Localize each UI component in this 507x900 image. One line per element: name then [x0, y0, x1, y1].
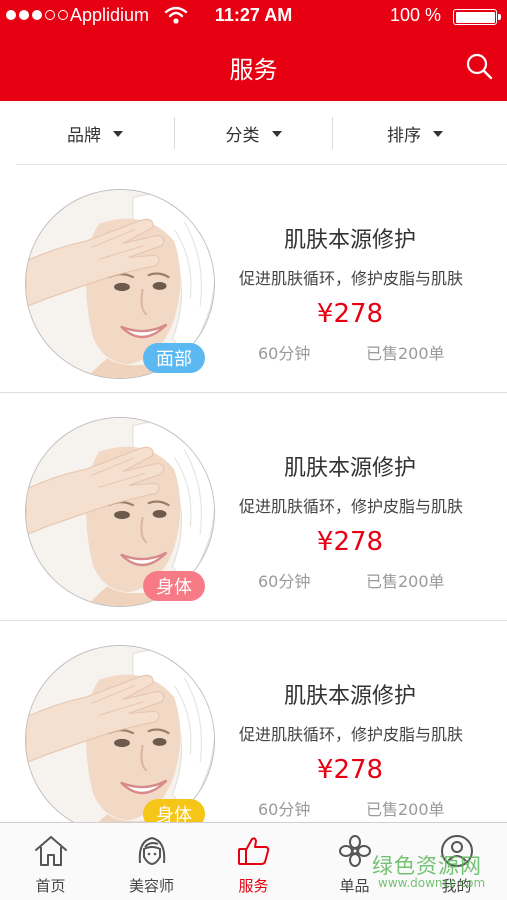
filter-sort[interactable]: 排序: [333, 101, 497, 165]
filter-brand[interactable]: 品牌: [16, 101, 174, 165]
filter-sort-label: 排序: [387, 125, 421, 146]
service-sold-count: 已售200单: [366, 800, 445, 819]
tab-beautician[interactable]: 美容师: [101, 823, 202, 900]
battery-icon: [453, 9, 501, 25]
service-card[interactable]: 身体 肌肤本源修护 促进肌肤循环，修护皮脂与肌肤 ¥278 60分钟 已售200…: [0, 621, 507, 822]
dropdown-arrow-icon: [113, 131, 123, 137]
service-duration: 60分钟: [258, 572, 311, 591]
category-tag: 身体: [143, 799, 205, 822]
tab-home-label: 首页: [35, 877, 66, 895]
page-title: 服务: [229, 56, 278, 84]
service-duration: 60分钟: [258, 344, 311, 363]
app-header: Applidium 11:27 AM 100 % 服务: [0, 0, 507, 101]
watermark-url: www.downcc.com: [378, 876, 486, 890]
service-price: ¥278: [316, 527, 384, 557]
tab-home[interactable]: 首页: [0, 823, 101, 900]
beautician-icon: [138, 836, 165, 866]
service-duration: 60分钟: [258, 800, 311, 819]
service-title: 肌肤本源修护: [283, 684, 416, 709]
category-tag: 身体: [143, 571, 205, 601]
service-title: 肌肤本源修护: [283, 228, 416, 253]
service-description: 促进肌肤循环，修护皮脂与肌肤: [238, 269, 463, 288]
service-description: 促进肌肤循环，修护皮脂与肌肤: [238, 725, 463, 744]
battery-percentage: 100 %: [389, 5, 441, 25]
service-card[interactable]: 身体 肌肤本源修护 促进肌肤循环，修护皮脂与肌肤 ¥278 60分钟 已售200…: [0, 393, 507, 621]
category-tag: 面部: [143, 343, 205, 373]
service-description: 促进肌肤循环，修护皮脂与肌肤: [238, 497, 463, 516]
watermark: 绿色资源网 www.downcc.com: [372, 850, 502, 892]
dropdown-arrow-icon: [271, 131, 282, 137]
thumbs-up-icon: [237, 837, 269, 865]
service-title: 肌肤本源修护: [283, 456, 416, 481]
dropdown-arrow-icon: [433, 131, 443, 137]
service-price: ¥278: [316, 299, 384, 329]
search-icon[interactable]: [465, 52, 493, 80]
tab-services-label: 服务: [238, 877, 269, 895]
home-icon: [34, 836, 67, 866]
service-card[interactable]: 面部 肌肤本源修护 促进肌肤循环，修护皮脂与肌肤 ¥278 60分钟 已售200…: [0, 165, 507, 393]
status-bar: Applidium 11:27 AM 100 %: [0, 0, 507, 32]
service-price: ¥278: [316, 755, 384, 785]
filter-bar: 品牌 分类 排序: [0, 101, 507, 165]
service-sold-count: 已售200单: [366, 344, 445, 363]
filter-brand-label: 品牌: [67, 125, 101, 146]
filter-category-label: 分类: [225, 125, 260, 146]
service-sold-count: 已售200单: [366, 572, 445, 591]
filter-category[interactable]: 分类: [175, 101, 332, 165]
tab-services[interactable]: 服务: [203, 823, 304, 900]
flower-icon: [338, 835, 371, 867]
tab-beautician-label: 美容师: [128, 877, 174, 895]
service-image: [25, 645, 215, 822]
